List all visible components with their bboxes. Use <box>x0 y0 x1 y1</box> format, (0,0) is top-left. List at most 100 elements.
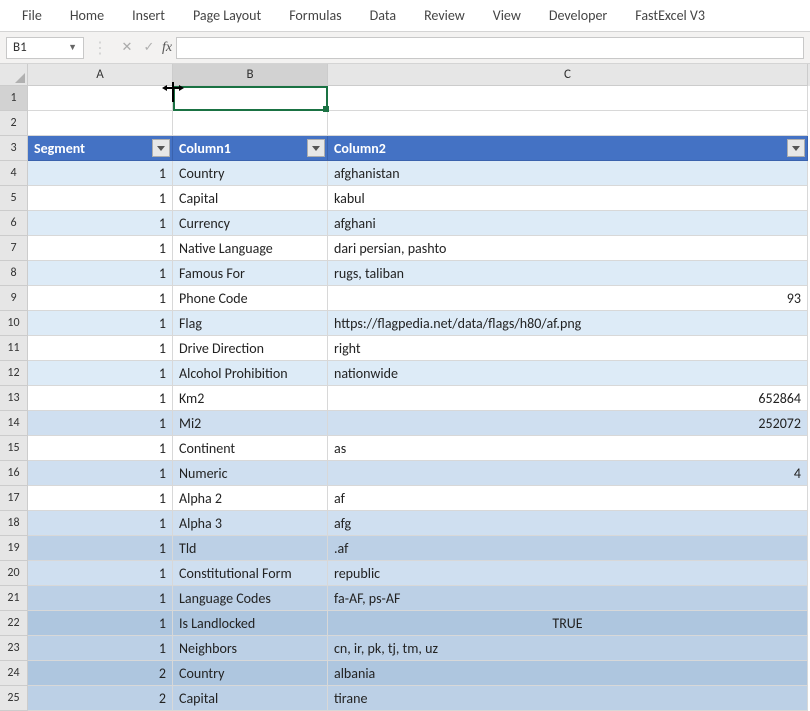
ribbon-tab-page-layout[interactable]: Page Layout <box>179 0 275 32</box>
cell[interactable]: Mi2 <box>173 411 328 436</box>
cell[interactable]: 1 <box>28 461 173 486</box>
cell[interactable]: Native Language <box>173 236 328 261</box>
cell[interactable]: Language Codes <box>173 586 328 611</box>
row-header[interactable]: 11 <box>0 336 28 361</box>
cell[interactable]: 1 <box>28 261 173 286</box>
cell[interactable]: Constitutional Form <box>173 561 328 586</box>
cell[interactable]: 1 <box>28 486 173 511</box>
cell[interactable]: afg <box>328 511 808 536</box>
ribbon-tab-data[interactable]: Data <box>356 0 410 32</box>
cell[interactable]: afghani <box>328 211 808 236</box>
filter-dropdown-icon[interactable] <box>787 139 805 157</box>
cell[interactable]: Is Landlocked <box>173 611 328 636</box>
cancel-formula-icon[interactable]: ✕ <box>116 40 138 55</box>
cell[interactable]: 1 <box>28 161 173 186</box>
row-header[interactable]: 4 <box>0 161 28 186</box>
ribbon-tab-developer[interactable]: Developer <box>535 0 621 32</box>
col-header-A[interactable]: A <box>28 64 173 86</box>
cell[interactable]: dari persian, pashto <box>328 236 808 261</box>
cell[interactable]: 1 <box>28 411 173 436</box>
cell[interactable] <box>28 86 173 111</box>
cell[interactable]: Alpha 3 <box>173 511 328 536</box>
cell[interactable]: af <box>328 486 808 511</box>
accept-formula-icon[interactable]: ✓ <box>138 40 160 55</box>
row-header[interactable]: 18 <box>0 511 28 536</box>
cell[interactable]: https://flagpedia.net/data/flags/h80/af.… <box>328 311 808 336</box>
cell[interactable]: Flag <box>173 311 328 336</box>
cell[interactable] <box>173 86 328 111</box>
row-header[interactable]: 8 <box>0 261 28 286</box>
name-box-dropdown-icon[interactable]: ▼ <box>68 42 77 53</box>
cell[interactable]: Numeric <box>173 461 328 486</box>
cell[interactable]: Neighbors <box>173 636 328 661</box>
cell[interactable]: 1 <box>28 236 173 261</box>
cell[interactable]: 252072 <box>328 411 808 436</box>
cell[interactable]: 1 <box>28 311 173 336</box>
cell[interactable]: TRUE <box>328 611 808 636</box>
table-header[interactable]: Segment <box>28 136 173 161</box>
row-header[interactable]: 3 <box>0 136 28 161</box>
cell[interactable]: .af <box>328 536 808 561</box>
cell[interactable]: Drive Direction <box>173 336 328 361</box>
cell[interactable] <box>28 111 173 136</box>
row-header[interactable]: 19 <box>0 536 28 561</box>
row-header[interactable]: 10 <box>0 311 28 336</box>
ribbon-tab-insert[interactable]: Insert <box>118 0 179 32</box>
cell[interactable]: nationwide <box>328 361 808 386</box>
cell[interactable]: 1 <box>28 511 173 536</box>
cell[interactable]: Phone Code <box>173 286 328 311</box>
cell[interactable] <box>328 86 808 111</box>
ribbon-tab-file[interactable]: File <box>8 0 56 32</box>
cell[interactable]: Famous For <box>173 261 328 286</box>
cell[interactable] <box>328 111 808 136</box>
cell[interactable]: as <box>328 436 808 461</box>
row-header[interactable]: 17 <box>0 486 28 511</box>
row-header[interactable]: 16 <box>0 461 28 486</box>
cell[interactable]: 1 <box>28 211 173 236</box>
cell[interactable]: 1 <box>28 561 173 586</box>
cell[interactable]: right <box>328 336 808 361</box>
row-header[interactable]: 24 <box>0 661 28 686</box>
row-header[interactable]: 14 <box>0 411 28 436</box>
cell[interactable]: 1 <box>28 386 173 411</box>
cell[interactable]: 652864 <box>328 386 808 411</box>
cell[interactable]: albania <box>328 661 808 686</box>
row-header[interactable]: 12 <box>0 361 28 386</box>
fx-icon[interactable]: fx <box>162 40 172 56</box>
cell[interactable]: 1 <box>28 586 173 611</box>
cell[interactable]: cn, ir, pk, tj, tm, uz <box>328 636 808 661</box>
ribbon-tab-view[interactable]: View <box>479 0 535 32</box>
cell[interactable]: Continent <box>173 436 328 461</box>
cell[interactable]: afghanistan <box>328 161 808 186</box>
row-header[interactable]: 21 <box>0 586 28 611</box>
row-header[interactable]: 13 <box>0 386 28 411</box>
row-header[interactable]: 15 <box>0 436 28 461</box>
row-header[interactable]: 2 <box>0 111 28 136</box>
cell[interactable]: 1 <box>28 436 173 461</box>
cell[interactable]: 1 <box>28 286 173 311</box>
row-header[interactable]: 5 <box>0 186 28 211</box>
row-header[interactable]: 1 <box>0 86 28 111</box>
cell[interactable]: Alcohol Prohibition <box>173 361 328 386</box>
cell[interactable] <box>173 111 328 136</box>
table-header[interactable]: Column1 <box>173 136 328 161</box>
cell[interactable]: rugs, taliban <box>328 261 808 286</box>
cell[interactable]: republic <box>328 561 808 586</box>
formula-input[interactable] <box>176 37 804 59</box>
cell[interactable]: 1 <box>28 336 173 361</box>
row-header[interactable]: 6 <box>0 211 28 236</box>
cell[interactable]: kabul <box>328 186 808 211</box>
cell[interactable]: 1 <box>28 611 173 636</box>
ribbon-tab-review[interactable]: Review <box>410 0 479 32</box>
row-header[interactable]: 20 <box>0 561 28 586</box>
row-header[interactable]: 22 <box>0 611 28 636</box>
cell[interactable]: 2 <box>28 661 173 686</box>
cell[interactable]: Km2 <box>173 386 328 411</box>
cell[interactable]: Country <box>173 661 328 686</box>
ribbon-tab-fastexcel-v3[interactable]: FastExcel V3 <box>621 0 719 32</box>
cell[interactable]: 1 <box>28 361 173 386</box>
grid-body[interactable]: 123SegmentColumn1Column241Countryafghani… <box>0 86 810 711</box>
filter-dropdown-icon[interactable] <box>152 139 170 157</box>
cell[interactable]: Capital <box>173 186 328 211</box>
ribbon-tab-formulas[interactable]: Formulas <box>275 0 355 32</box>
